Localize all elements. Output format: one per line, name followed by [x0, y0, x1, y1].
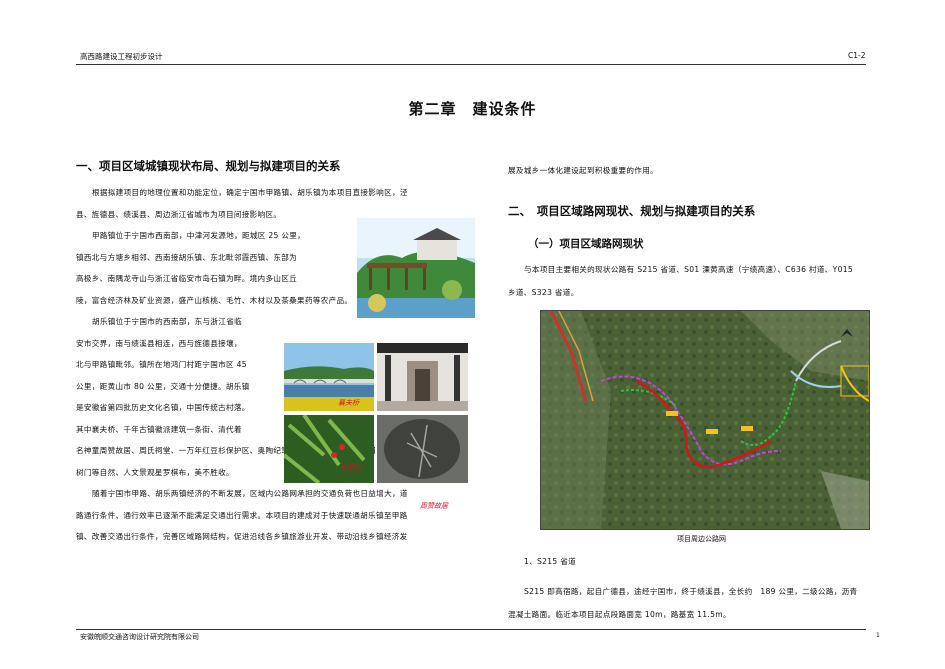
- header-right: C1-2: [848, 51, 866, 60]
- page-number: 1: [876, 632, 880, 639]
- section-heading-2: 二、 项目区域路网现状、规划与拟建项目的关系: [508, 204, 756, 218]
- yew-label: 红豆杉: [341, 464, 362, 472]
- bridge-label: 襄夫桥: [338, 399, 359, 407]
- fossil-photo: [377, 415, 468, 483]
- right-para-2: 乡道、S323 省道。: [508, 288, 579, 297]
- bridge-photo: [284, 343, 374, 411]
- pavilion-photo: [357, 218, 475, 318]
- map-caption: 项目周边公路网: [677, 535, 726, 543]
- subheading-s215: 1、S215 省道: [524, 557, 577, 566]
- residence-label: 周赞故居: [420, 502, 448, 510]
- para-line: 根据拟建项目的地理位置和功能定位，确定宁国市甲路镇、胡乐镇为本项目直接影响区，泾: [92, 188, 408, 197]
- road-network-map: [540, 310, 870, 530]
- footer-rule: [76, 629, 866, 630]
- right-para-1: 与本项目主要相关的现状公路有 S215 省道、S01 溧黄高速（宁绩高速）、C6…: [524, 265, 853, 274]
- footer-company: 安徽皖顺交通咨询设计研究院有限公司: [80, 633, 199, 641]
- right-para-4: 混凝土路面。临近本项目起点段路面宽 10m，路基宽 11.5m。: [508, 610, 731, 619]
- chapter-title: 第二章 建设条件: [408, 100, 537, 118]
- right-para-3: S215 即高宿路，起自广德县，途经宁国市，终于绩溪县，全长约 189 公里，二…: [524, 587, 858, 596]
- header-left: 高西路建设工程初步设计: [80, 52, 163, 61]
- right-cont-line: 展及城乡一体化建设起到积极重要的作用。: [508, 166, 658, 175]
- para-line: 镇、改善交通出行条件，完善区域路网结构，促进沿线各乡镇旅游业开发、带动沿线乡镇经…: [76, 532, 408, 541]
- header-rule: [76, 64, 866, 65]
- hall-photo: [377, 343, 468, 411]
- section-heading-1: 一、项目区域城镇现状布局、规划与拟建项目的关系: [76, 159, 341, 173]
- subsection-heading: （一）项目区域路网现状: [528, 238, 644, 250]
